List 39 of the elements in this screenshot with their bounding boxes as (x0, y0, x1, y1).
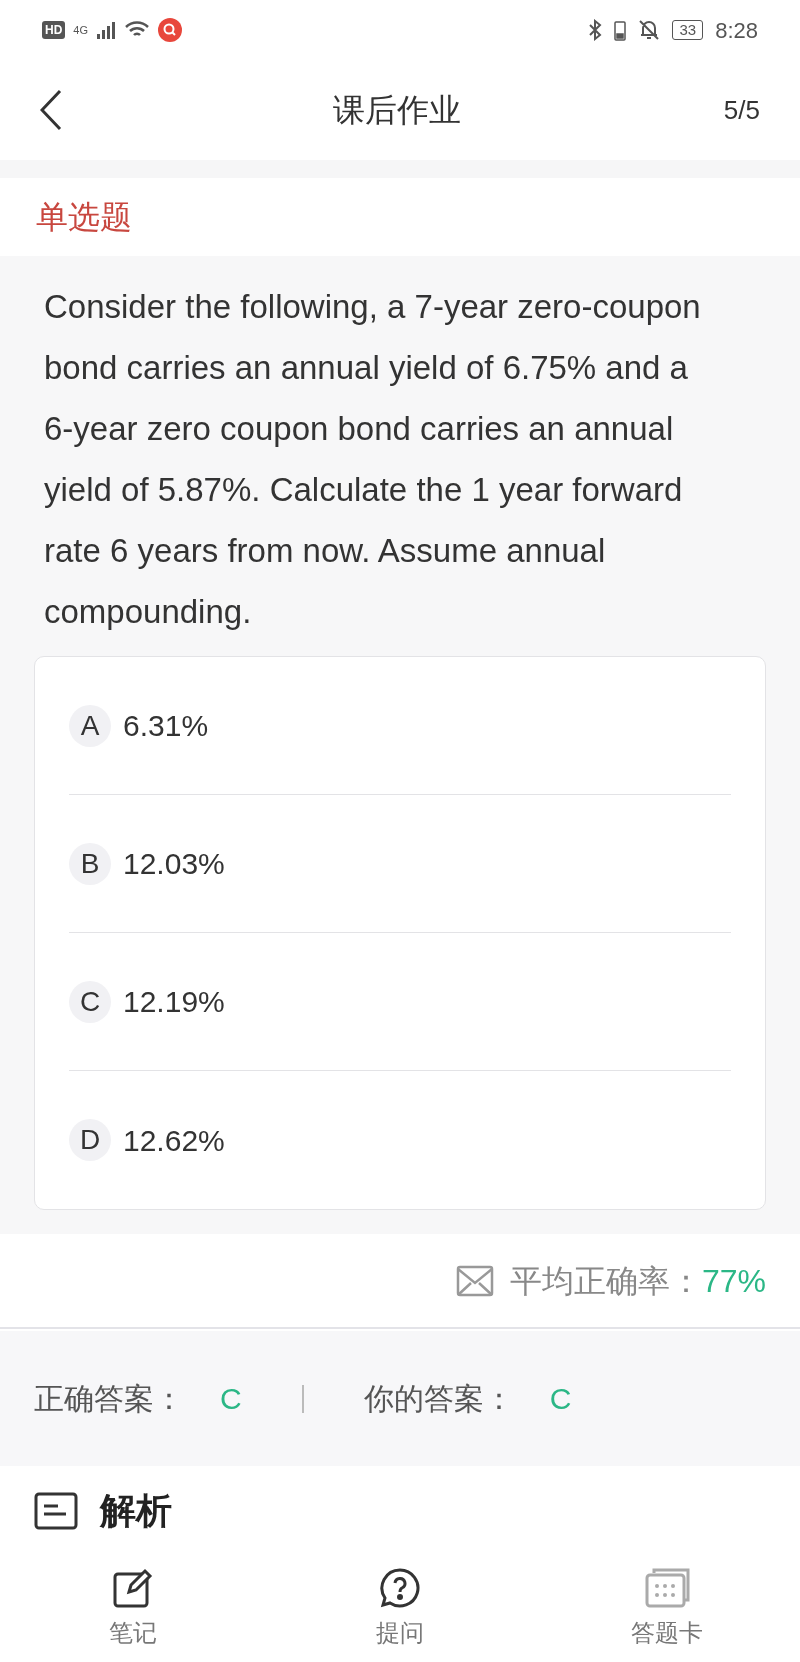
status-time: 8:28 (715, 16, 758, 45)
option-letter: B (69, 842, 111, 885)
answer-option[interactable]: D 12.62% (69, 1071, 731, 1209)
option-letter: D (69, 1119, 111, 1161)
document-icon (34, 1492, 78, 1530)
answer-option[interactable]: A 6.31% (69, 657, 731, 795)
answer-option[interactable]: B 12.03% (69, 795, 731, 933)
option-text: 12.19% (123, 984, 225, 1020)
edit-icon (112, 1567, 155, 1609)
your-answer: C (549, 1381, 572, 1417)
battery-level: 33 (672, 20, 704, 40)
option-letter: C (69, 980, 111, 1023)
network-badge: HD (42, 21, 66, 39)
analysis-title: 解析 (100, 1489, 172, 1533)
question-bubble-icon (379, 1567, 421, 1609)
option-text: 6.31% (123, 708, 209, 744)
correct-answer-label: 正确答案： (34, 1381, 184, 1417)
search-icon (158, 18, 183, 42)
option-text: 12.62% (123, 1122, 225, 1159)
answer-option[interactable]: C 12.19% (69, 933, 731, 1071)
option-letter: A (69, 704, 111, 747)
correct-answer: C (220, 1381, 242, 1417)
average-label: 平均正确率：77% (509, 1261, 766, 1301)
bluetooth-icon (588, 19, 603, 41)
nav-tab[interactable]: 笔记 (53, 1567, 214, 1651)
option-text: 12.03% (123, 846, 225, 882)
question-type: 单选题 (36, 198, 132, 237)
nav-tab[interactable]: 答题卡 (586, 1567, 747, 1651)
progress-counter: 5/5 (723, 93, 760, 127)
bell-off-icon (638, 19, 661, 41)
nav-tab[interactable]: 提问 (320, 1567, 480, 1651)
signal-icon (96, 20, 117, 40)
page-title: 课后作业 (332, 91, 461, 130)
your-answer-label: 你的答案： (363, 1381, 514, 1417)
network-type: 4G (73, 22, 89, 38)
question-text: Consider the following, a 7-year zero-coupon bond carries an annual yield of 6.75% and a 6-year zero coupon bond carries an annual yield of 5.87%. Calculate the 1 year forward rate 6 years from now. Assume annual compounding. (43, 287, 702, 632)
envelope-icon (455, 1264, 494, 1297)
cards-icon (643, 1567, 690, 1609)
battery-icon (614, 19, 627, 41)
